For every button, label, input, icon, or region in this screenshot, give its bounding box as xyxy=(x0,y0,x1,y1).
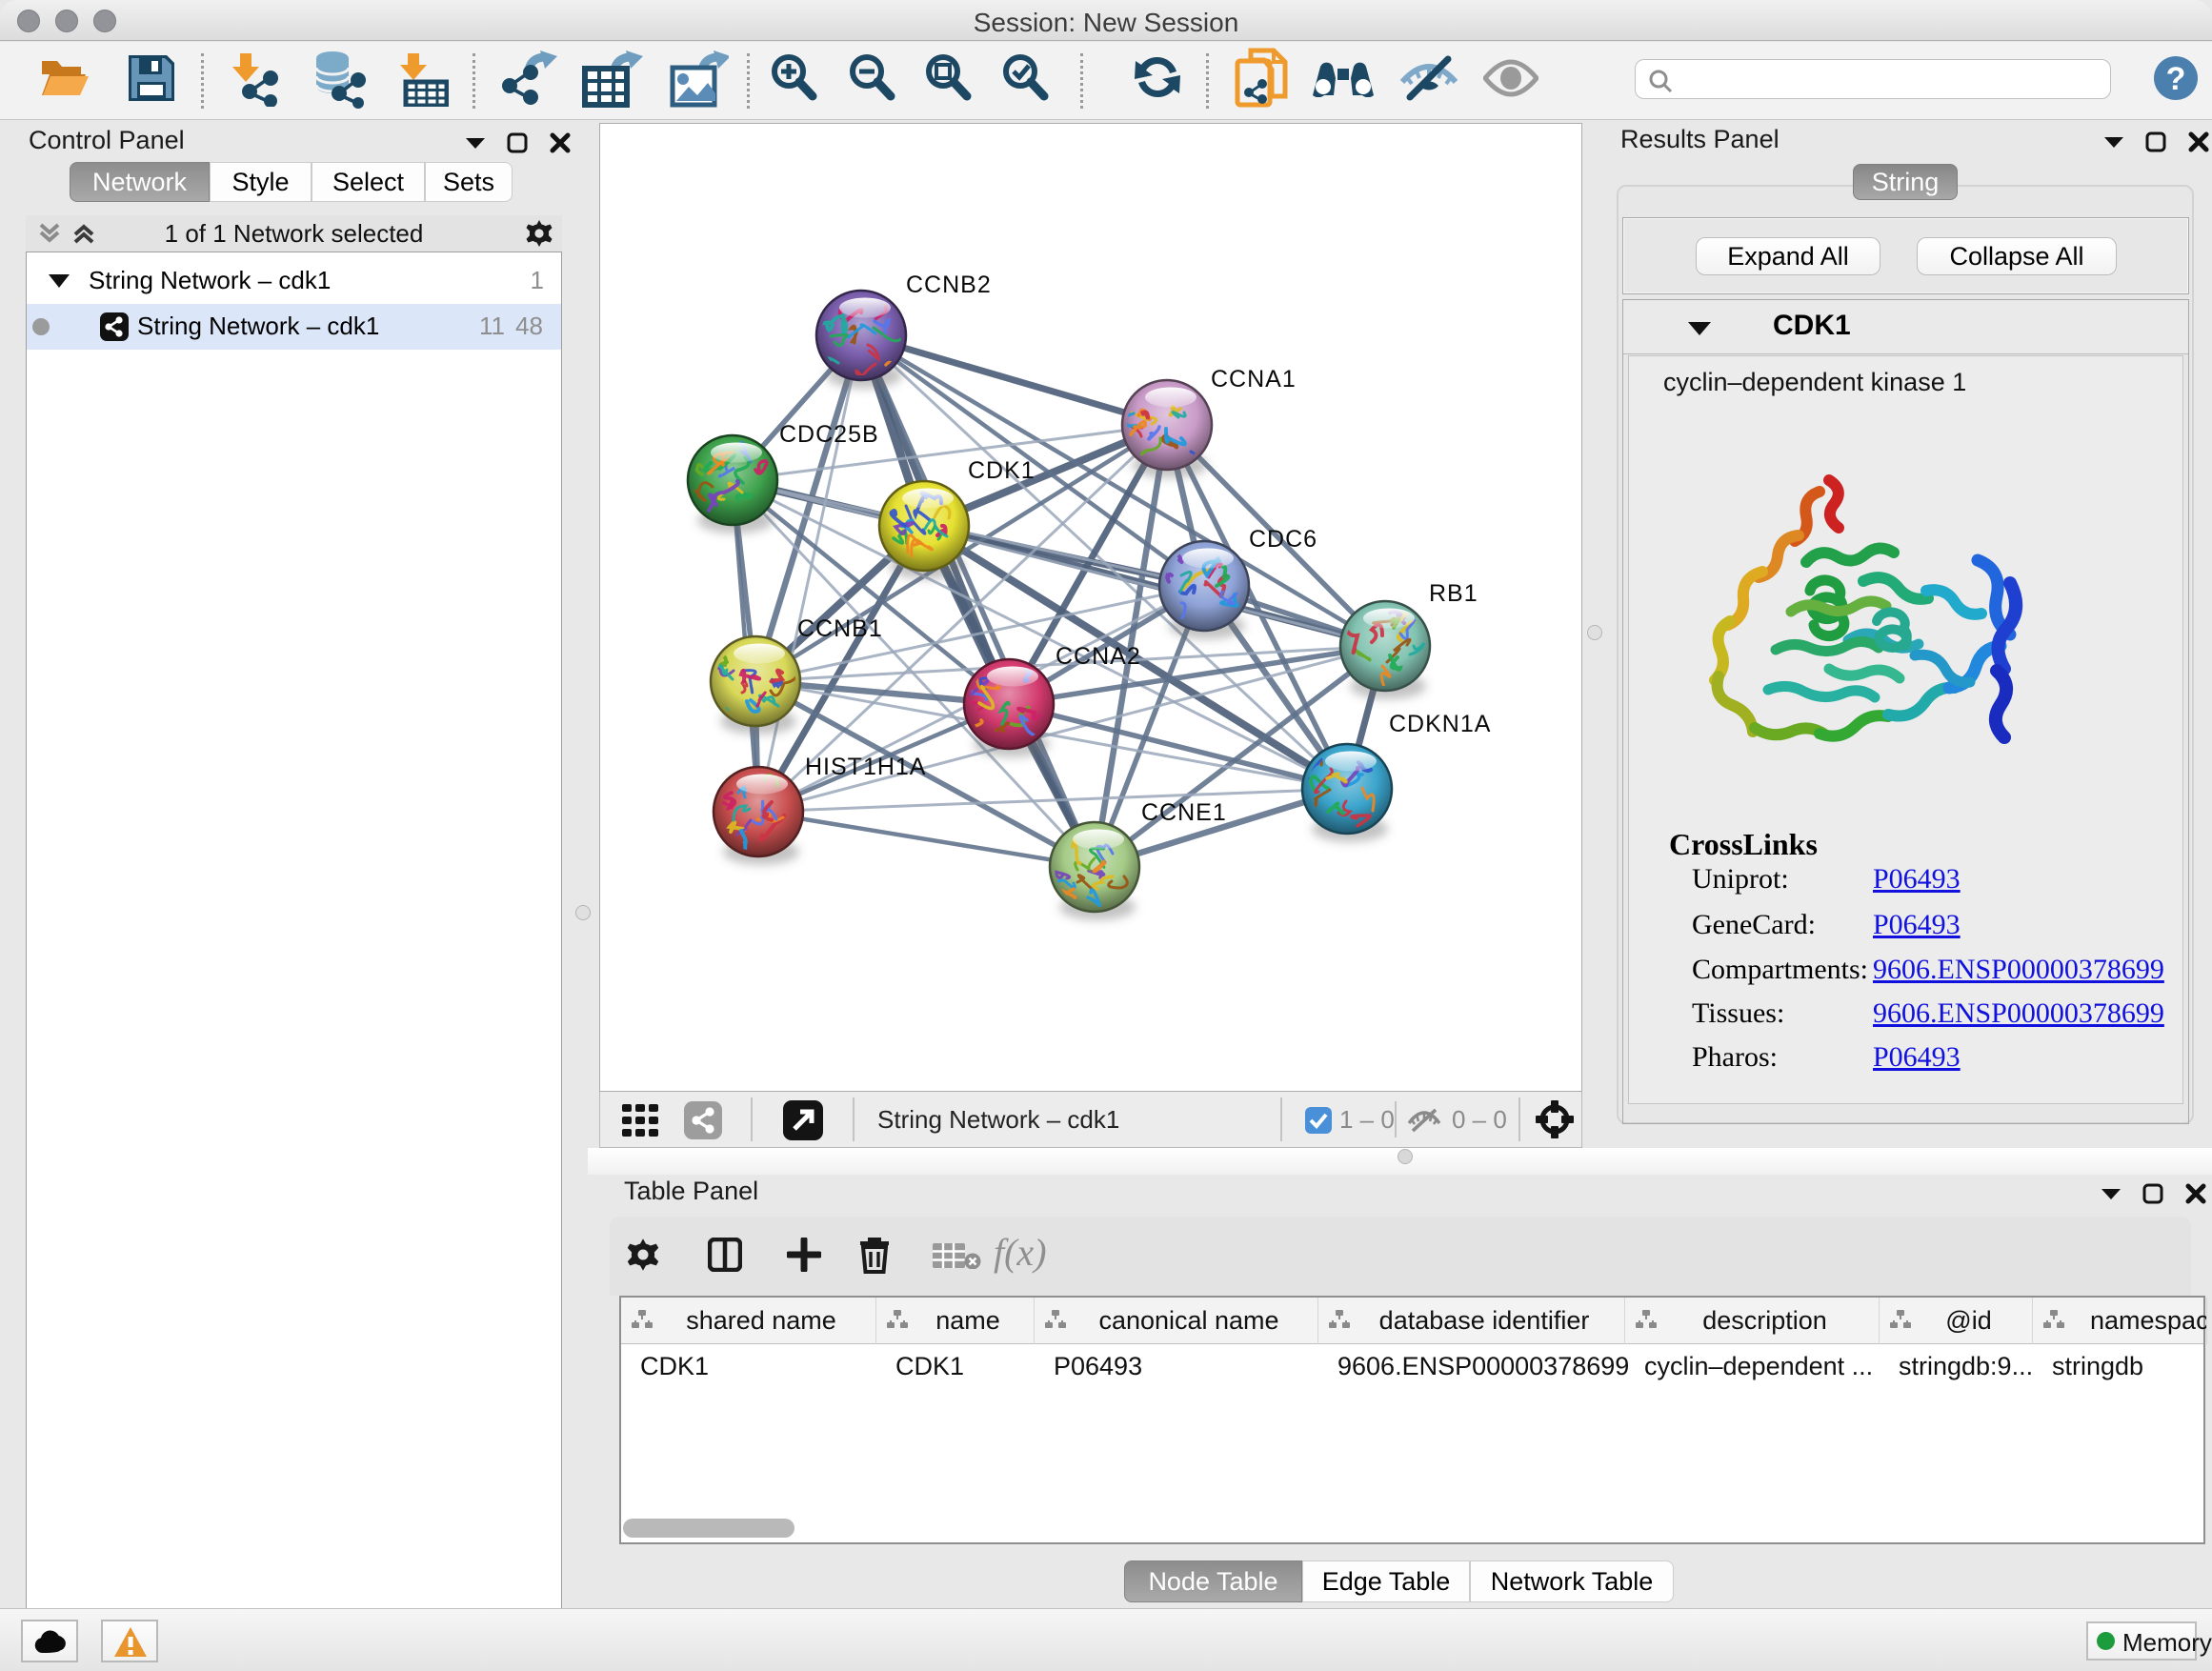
svg-text:CDKN1A: CDKN1A xyxy=(1389,711,1491,737)
svg-text:CDK1: CDK1 xyxy=(968,457,1036,484)
svg-text:CDC6: CDC6 xyxy=(1249,526,1317,553)
svg-text:?: ? xyxy=(2166,61,2186,97)
svg-text:CCNA2: CCNA2 xyxy=(1056,643,1141,670)
svg-text:CDC25B: CDC25B xyxy=(779,421,879,448)
svg-text:CCNA1: CCNA1 xyxy=(1211,366,1297,393)
svg-text:RB1: RB1 xyxy=(1429,580,1478,607)
svg-text:CCNE1: CCNE1 xyxy=(1141,799,1227,826)
svg-text:CCNB1: CCNB1 xyxy=(797,615,883,642)
svg-text:HIST1H1A: HIST1H1A xyxy=(805,754,926,780)
svg-text:CCNB2: CCNB2 xyxy=(906,272,992,298)
